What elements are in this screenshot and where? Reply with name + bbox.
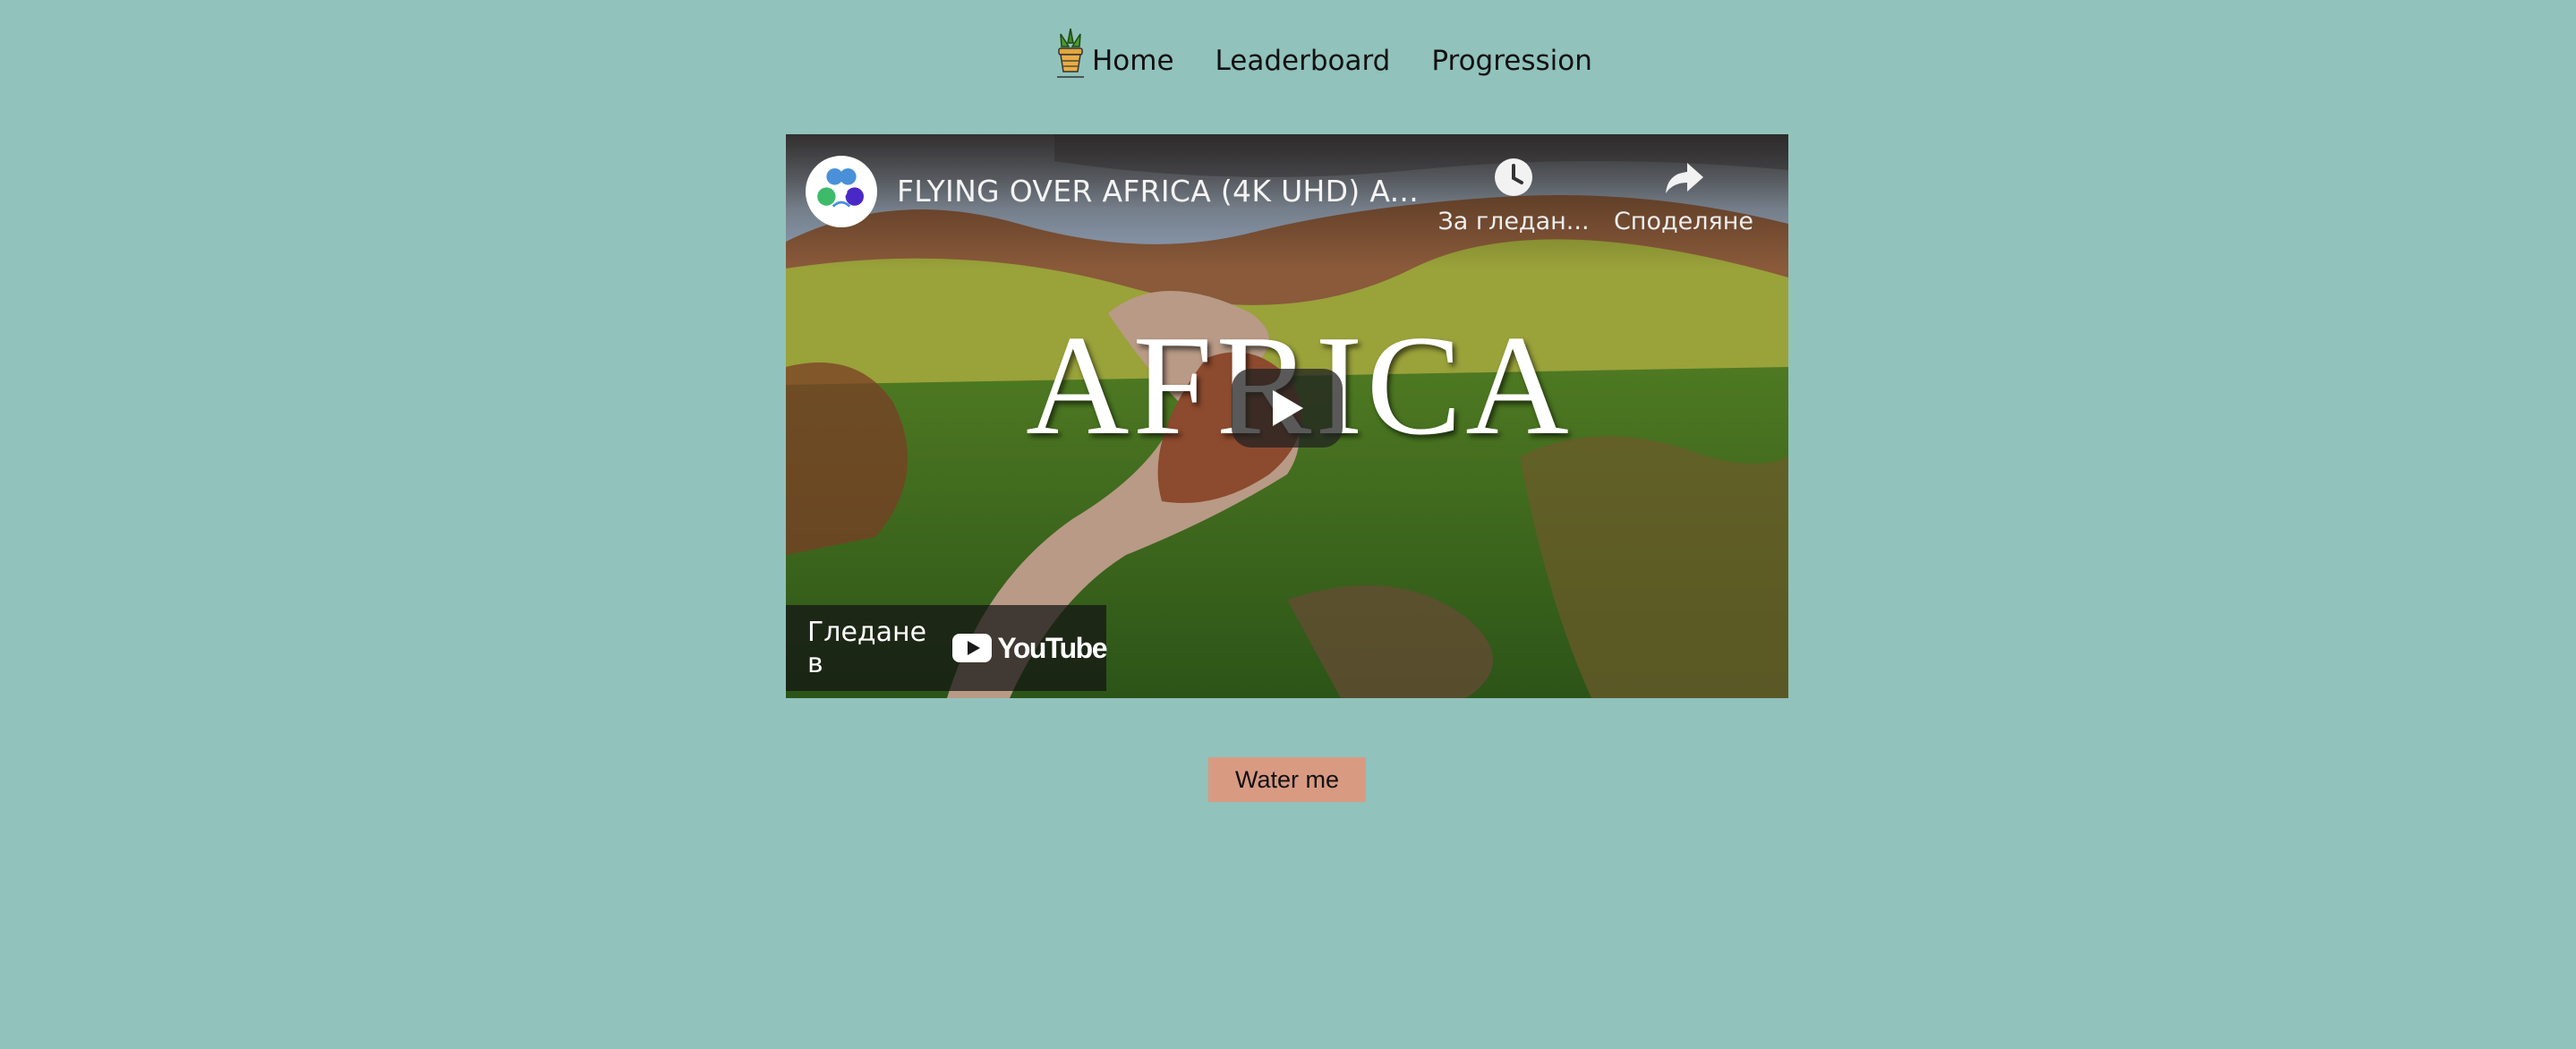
nav-progression-link[interactable]: Progression — [1431, 43, 1592, 82]
potted-plant-icon[interactable] — [1053, 25, 1088, 82]
clock-icon — [1495, 158, 1532, 196]
youtube-logo: YouTube — [952, 631, 1107, 665]
share-arrow-icon — [1666, 163, 1703, 193]
share-label: Споделяне — [1613, 208, 1754, 235]
youtube-wordmark: YouTube — [997, 631, 1107, 664]
channel-logo-icon — [808, 158, 874, 225]
watch-on-label: Гледане в — [807, 617, 927, 679]
youtube-logo-icon — [952, 634, 993, 662]
nav-leaderboard-link[interactable]: Leaderboard — [1215, 43, 1391, 82]
channel-avatar[interactable] — [806, 156, 877, 227]
youtube-embed[interactable]: AFRICA FLYING OVER AFRICA (4K UHD) A... … — [786, 134, 1788, 698]
watch-on-youtube-link[interactable]: Гледане в YouTube — [786, 605, 1107, 691]
main-nav: Home Leaderboard Progression — [1053, 20, 1592, 82]
nav-home-link[interactable]: Home — [1092, 43, 1174, 82]
watch-later-button[interactable]: За гледан... — [1437, 154, 1590, 235]
watch-later-label: За гледан... — [1437, 208, 1590, 235]
play-icon — [1273, 390, 1303, 426]
share-button[interactable]: Споделяне — [1608, 154, 1760, 235]
video-title[interactable]: FLYING OVER AFRICA (4K UHD) A... — [897, 174, 1434, 209]
play-button[interactable] — [1232, 369, 1343, 448]
water-me-button[interactable]: Water me — [1208, 757, 1366, 802]
